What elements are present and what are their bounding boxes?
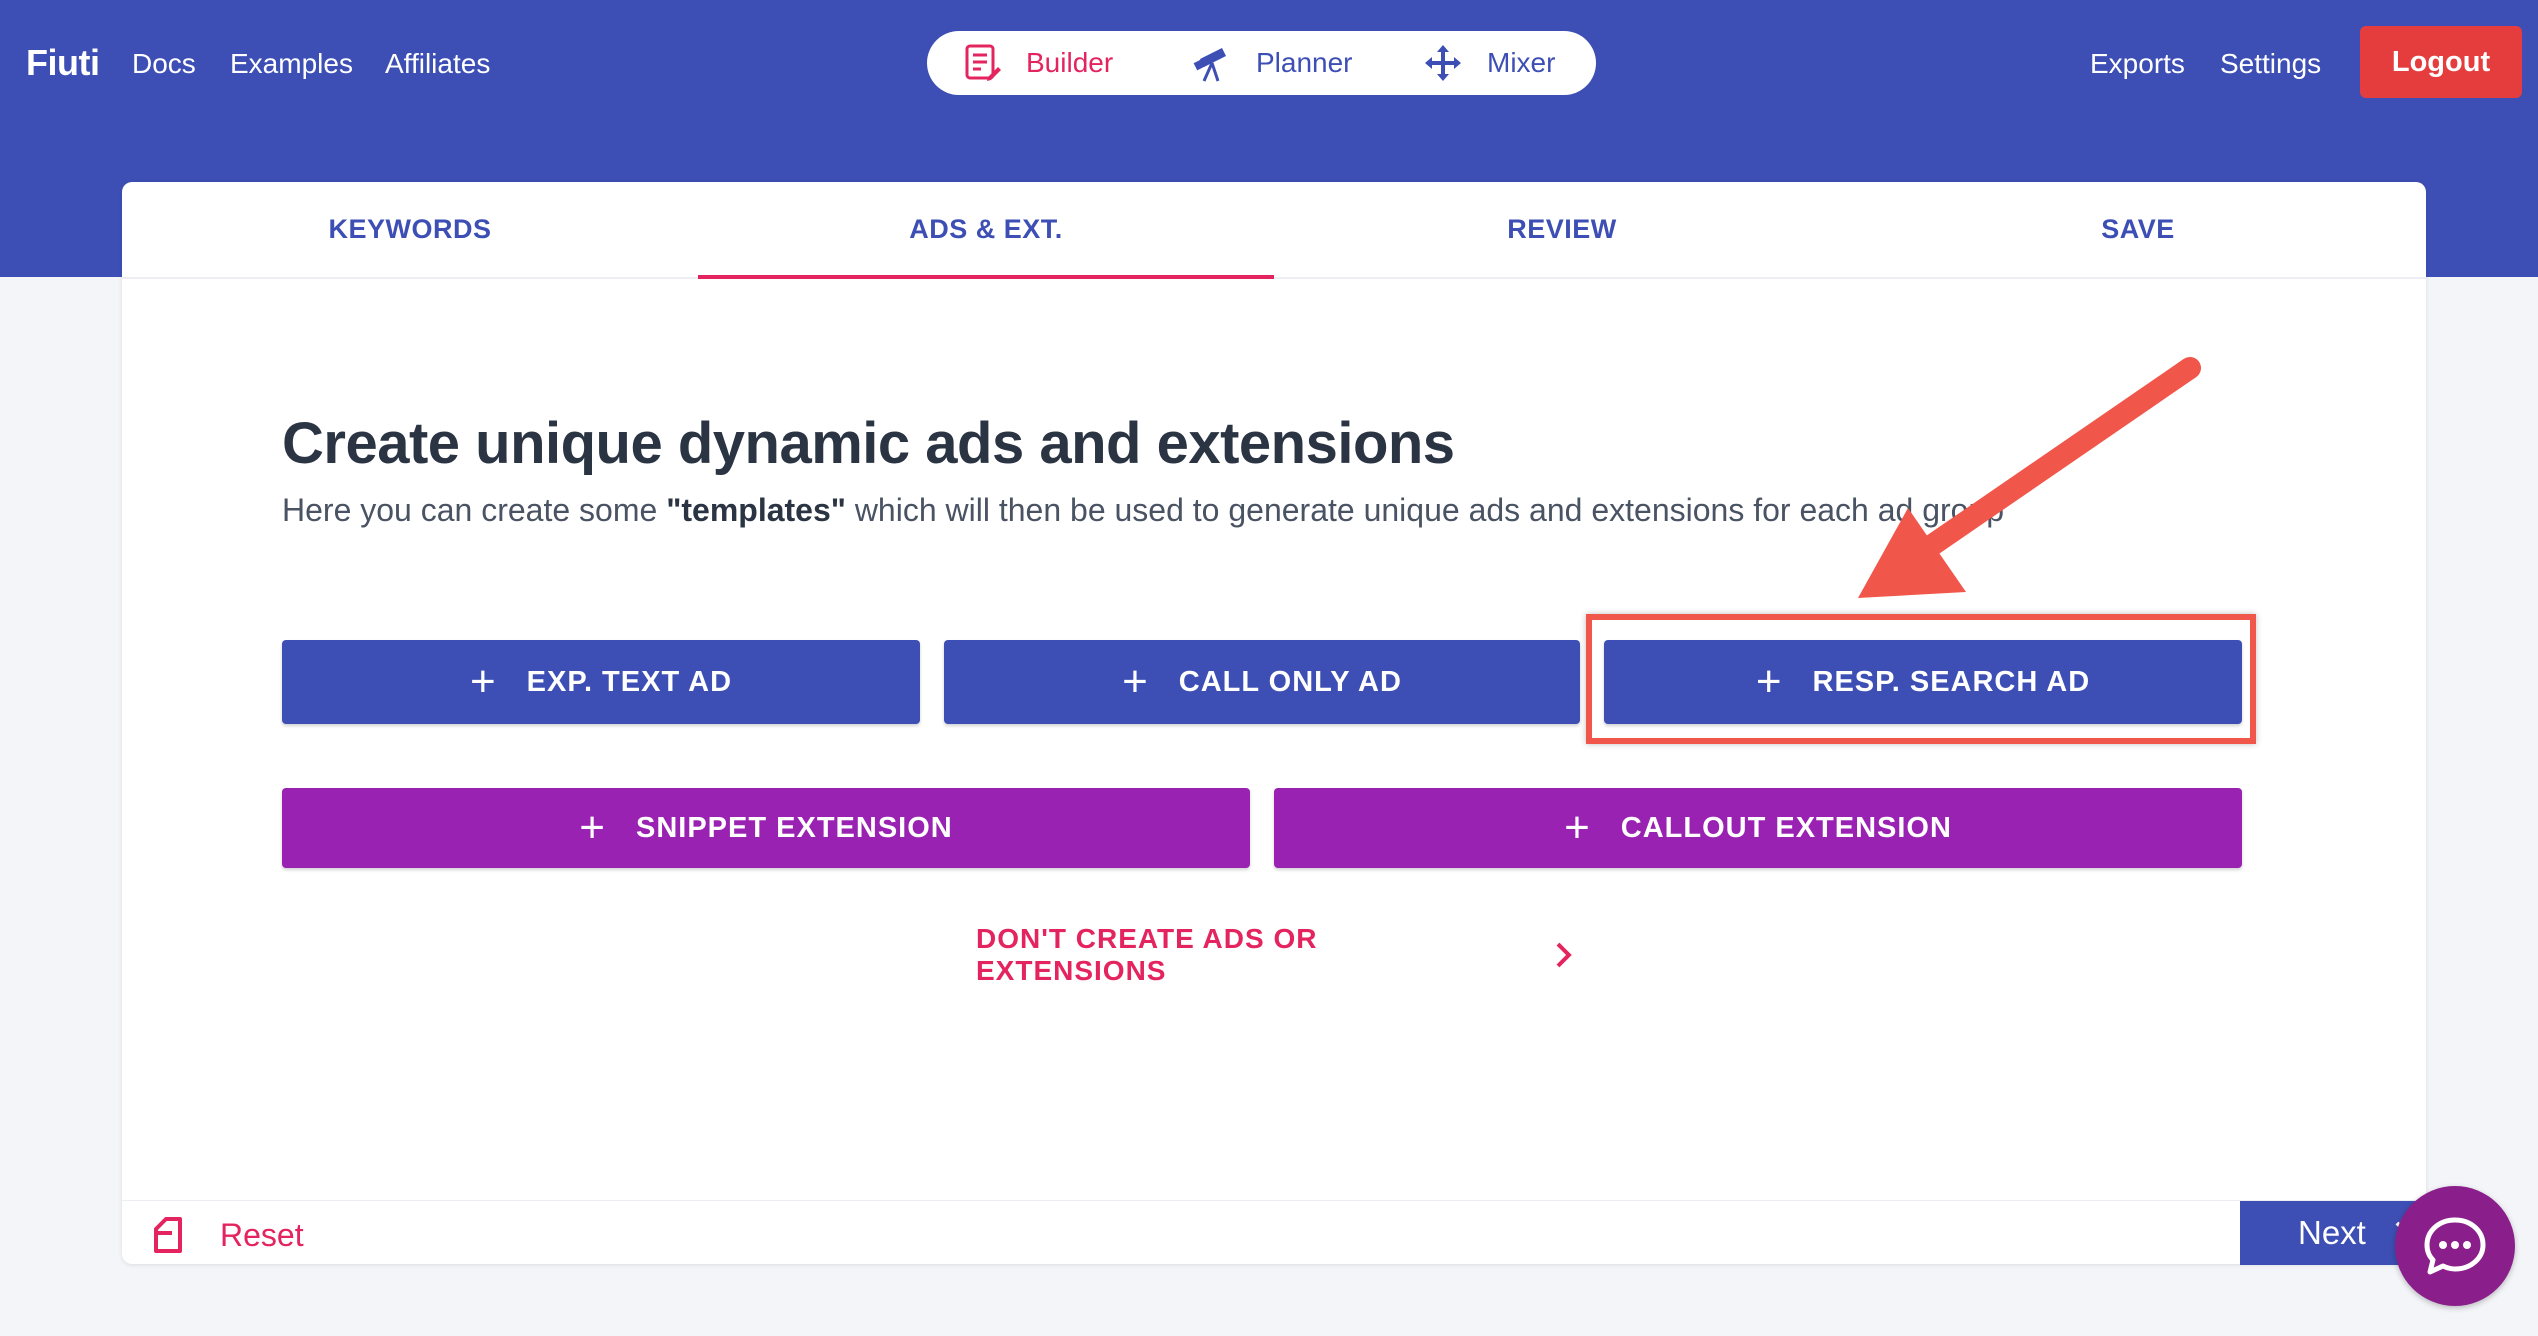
subtitle-end: which will then be used to generate uniq… — [845, 492, 2005, 528]
mode-planner[interactable]: Planner — [1192, 31, 1353, 95]
nav-affiliates[interactable]: Affiliates — [385, 48, 490, 80]
chat-button[interactable] — [2395, 1186, 2515, 1306]
skip-ads-link[interactable]: DON'T CREATE ADS OR EXTENSIONS — [976, 923, 1576, 986]
nav-docs[interactable]: Docs — [132, 48, 196, 80]
add-call-only-ad-button[interactable]: + CALL ONLY AD — [944, 640, 1580, 724]
logout-button[interactable]: Logout — [2360, 26, 2522, 98]
plus-icon: + — [579, 803, 606, 852]
list-edit-icon — [965, 44, 1001, 81]
page-title: Create unique dynamic ads and extensions — [282, 411, 1455, 476]
page-subtitle: Here you can create some "templates" whi… — [282, 492, 2004, 529]
brand-logo[interactable]: Fiuti — [26, 42, 100, 84]
mode-mixer-label: Mixer — [1487, 47, 1556, 78]
tab-review[interactable]: REVIEW — [1274, 182, 1850, 277]
add-callout-extension-button[interactable]: + CALLOUT EXTENSION — [1274, 788, 2242, 868]
add-callout-extension-label: CALLOUT EXTENSION — [1620, 811, 1952, 844]
reset-button[interactable]: Reset — [152, 1213, 304, 1257]
wizard-footer: Reset Next — [122, 1200, 2426, 1265]
annotation-highlight-box — [1586, 614, 2256, 744]
tab-save[interactable]: SAVE — [1850, 182, 2426, 277]
add-snippet-extension-label: SNIPPET EXTENSION — [635, 811, 953, 844]
nav-settings[interactable]: Settings — [2220, 48, 2321, 80]
subtitle-start: Here you can create some — [282, 492, 667, 528]
plus-icon: + — [1122, 657, 1149, 706]
reset-label: Reset — [220, 1216, 304, 1253]
subtitle-templates: "templates" — [666, 492, 846, 528]
add-exp-text-ad-button[interactable]: + EXP. TEXT AD — [282, 640, 920, 724]
add-call-only-ad-label: CALL ONLY AD — [1178, 665, 1402, 698]
telescope-icon — [1193, 48, 1226, 82]
add-snippet-extension-button[interactable]: + SNIPPET EXTENSION — [282, 788, 1250, 868]
wizard-tabs: KEYWORDS ADS & EXT. REVIEW SAVE — [122, 182, 2426, 279]
mode-planner-label: Planner — [1256, 47, 1353, 78]
add-exp-text-ad-label: EXP. TEXT AD — [526, 665, 733, 698]
wizard-card: KEYWORDS ADS & EXT. REVIEW SAVE Create u… — [122, 182, 2426, 1265]
eraser-icon — [154, 1217, 182, 1253]
plus-icon: + — [469, 657, 497, 706]
plus-icon: + — [1564, 803, 1591, 852]
tab-keywords[interactable]: KEYWORDS — [122, 182, 698, 277]
next-label: Next — [2298, 1214, 2366, 1251]
mode-builder[interactable]: Builder — [964, 31, 1113, 95]
nav-exports[interactable]: Exports — [2090, 48, 2185, 80]
skip-ads-label: DON'T CREATE ADS OR EXTENSIONS — [976, 923, 1318, 986]
chat-bubble-icon — [2424, 1217, 2486, 1275]
mode-builder-label: Builder — [1026, 47, 1114, 78]
chevron-right-icon — [1556, 942, 1572, 968]
mode-switcher: Builder Planner Mixer — [927, 31, 1596, 95]
arrows-split-icon — [1425, 45, 1461, 81]
mode-mixer[interactable]: Mixer — [1423, 31, 1555, 95]
tab-ads-ext[interactable]: ADS & EXT. — [698, 182, 1274, 279]
nav-examples[interactable]: Examples — [230, 48, 353, 80]
